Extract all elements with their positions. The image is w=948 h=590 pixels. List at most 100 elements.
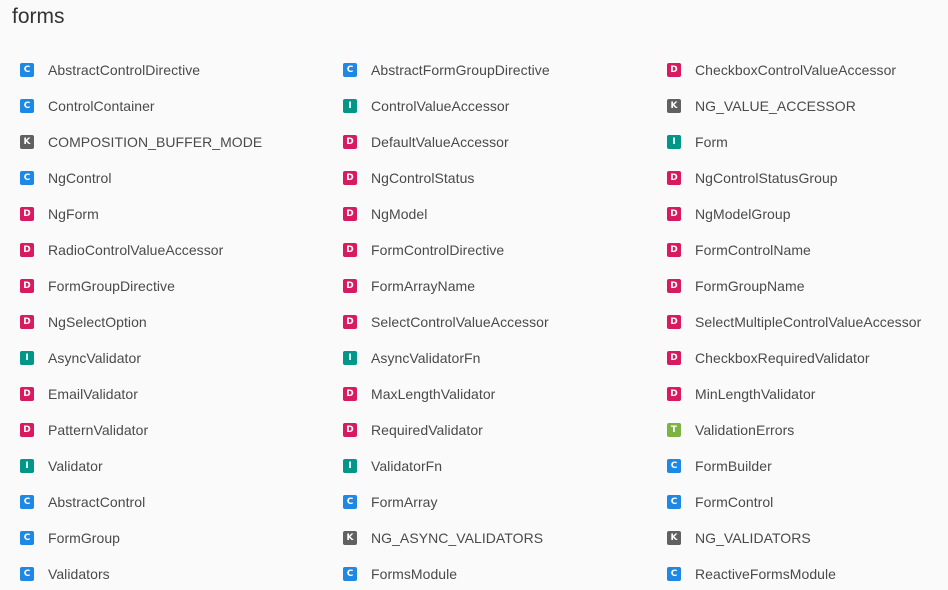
api-item-link[interactable]: AbstractFormGroupDirective xyxy=(371,62,550,78)
api-list-item[interactable]: D NgControlStatus xyxy=(343,160,667,196)
api-item-link[interactable]: CheckboxControlValueAccessor xyxy=(695,62,896,78)
api-item-link[interactable]: NG_VALIDATORS xyxy=(695,530,811,546)
api-item-link[interactable]: NgModelGroup xyxy=(695,206,791,222)
api-item-link[interactable]: RequiredValidator xyxy=(371,422,483,438)
api-item-link[interactable]: Form xyxy=(695,134,728,150)
api-list-item[interactable]: D PatternValidator xyxy=(20,412,343,448)
api-list-item[interactable]: T ValidationErrors xyxy=(667,412,948,448)
api-list-item[interactable]: I Form xyxy=(667,124,948,160)
api-list-item[interactable]: D FormControlDirective xyxy=(343,232,667,268)
api-item-link[interactable]: NG_ASYNC_VALIDATORS xyxy=(371,530,543,546)
api-list-item[interactable]: D RadioControlValueAccessor xyxy=(20,232,343,268)
api-item-link[interactable]: NgModel xyxy=(371,206,427,222)
api-item-link[interactable]: FormControlDirective xyxy=(371,242,504,258)
api-item-link[interactable]: SelectControlValueAccessor xyxy=(371,314,549,330)
api-list-item[interactable]: I AsyncValidatorFn xyxy=(343,340,667,376)
api-item-link[interactable]: AsyncValidatorFn xyxy=(371,350,480,366)
api-item-link[interactable]: SelectMultipleControlValueAccessor xyxy=(695,314,921,330)
page-title: forms xyxy=(12,5,65,28)
symbol-kind-badge-icon: C xyxy=(343,63,357,77)
symbol-kind-badge-icon: D xyxy=(20,279,34,293)
api-list-item[interactable]: D RequiredValidator xyxy=(343,412,667,448)
api-item-link[interactable]: COMPOSITION_BUFFER_MODE xyxy=(48,134,262,150)
api-item-link[interactable]: NgControl xyxy=(48,170,111,186)
api-item-link[interactable]: CheckboxRequiredValidator xyxy=(695,350,870,366)
symbol-kind-badge-icon: D xyxy=(667,207,681,221)
api-item-link[interactable]: Validator xyxy=(48,458,103,474)
symbol-kind-badge-icon: D xyxy=(667,171,681,185)
api-list-item[interactable]: D DefaultValueAccessor xyxy=(343,124,667,160)
api-list-item[interactable]: C FormsModule xyxy=(343,556,667,590)
api-list-item[interactable]: D SelectControlValueAccessor xyxy=(343,304,667,340)
api-item-link[interactable]: NgControlStatusGroup xyxy=(695,170,838,186)
symbol-kind-badge-icon: D xyxy=(667,63,681,77)
api-list-item[interactable]: C AbstractControlDirective xyxy=(20,52,343,88)
api-list-item[interactable]: C AbstractFormGroupDirective xyxy=(343,52,667,88)
api-list-item[interactable]: C ControlContainer xyxy=(20,88,343,124)
api-list-item[interactable]: D FormArrayName xyxy=(343,268,667,304)
api-list-item[interactable]: C AbstractControl xyxy=(20,484,343,520)
api-item-link[interactable]: NG_VALUE_ACCESSOR xyxy=(695,98,856,114)
api-list-item[interactable]: D EmailValidator xyxy=(20,376,343,412)
api-list-item[interactable]: D FormControlName xyxy=(667,232,948,268)
api-list-item[interactable]: D CheckboxControlValueAccessor xyxy=(667,52,948,88)
api-item-link[interactable]: FormGroupDirective xyxy=(48,278,175,294)
api-item-link[interactable]: NgControlStatus xyxy=(371,170,474,186)
api-item-link[interactable]: ValidatorFn xyxy=(371,458,442,474)
api-list-item[interactable]: D NgControlStatusGroup xyxy=(667,160,948,196)
api-item-link[interactable]: AsyncValidator xyxy=(48,350,141,366)
api-list-item[interactable]: C FormGroup xyxy=(20,520,343,556)
api-list-item[interactable]: K COMPOSITION_BUFFER_MODE xyxy=(20,124,343,160)
api-list-item[interactable]: K NG_ASYNC_VALIDATORS xyxy=(343,520,667,556)
api-item-link[interactable]: FormGroupName xyxy=(695,278,805,294)
api-list-item[interactable]: C Validators xyxy=(20,556,343,590)
api-list-item[interactable]: I ControlValueAccessor xyxy=(343,88,667,124)
api-item-link[interactable]: ControlValueAccessor xyxy=(371,98,509,114)
symbol-kind-badge-icon: I xyxy=(667,135,681,149)
api-item-link[interactable]: MaxLengthValidator xyxy=(371,386,495,402)
api-item-link[interactable]: FormBuilder xyxy=(695,458,772,474)
api-list-item[interactable]: I AsyncValidator xyxy=(20,340,343,376)
api-list-item[interactable]: D NgModel xyxy=(343,196,667,232)
api-list-item[interactable]: C ReactiveFormsModule xyxy=(667,556,948,590)
api-list-item[interactable]: D MaxLengthValidator xyxy=(343,376,667,412)
api-list-item[interactable]: D NgModelGroup xyxy=(667,196,948,232)
api-item-link[interactable]: Validators xyxy=(48,566,110,582)
api-item-link[interactable]: FormControlName xyxy=(695,242,811,258)
api-list-item[interactable]: D FormGroupName xyxy=(667,268,948,304)
api-item-link[interactable]: FormControl xyxy=(695,494,773,510)
symbol-kind-badge-icon: C xyxy=(343,495,357,509)
api-list-item[interactable]: D NgSelectOption xyxy=(20,304,343,340)
api-item-link[interactable]: ControlContainer xyxy=(48,98,155,114)
api-item-link[interactable]: EmailValidator xyxy=(48,386,138,402)
api-item-link[interactable]: ValidationErrors xyxy=(695,422,794,438)
api-list-item[interactable]: C FormControl xyxy=(667,484,948,520)
api-list-item[interactable]: K NG_VALIDATORS xyxy=(667,520,948,556)
api-item-link[interactable]: FormArray xyxy=(371,494,438,510)
symbol-kind-badge-icon: T xyxy=(667,423,681,437)
api-list-item[interactable]: D NgForm xyxy=(20,196,343,232)
api-item-link[interactable]: AbstractControl xyxy=(48,494,145,510)
symbol-kind-badge-icon: D xyxy=(343,279,357,293)
api-item-link[interactable]: FormGroup xyxy=(48,530,120,546)
api-item-link[interactable]: ReactiveFormsModule xyxy=(695,566,836,582)
api-list-item[interactable]: D SelectMultipleControlValueAccessor xyxy=(667,304,948,340)
api-item-link[interactable]: FormArrayName xyxy=(371,278,475,294)
api-list-item[interactable]: K NG_VALUE_ACCESSOR xyxy=(667,88,948,124)
api-item-link[interactable]: AbstractControlDirective xyxy=(48,62,200,78)
api-item-link[interactable]: RadioControlValueAccessor xyxy=(48,242,223,258)
api-item-link[interactable]: NgForm xyxy=(48,206,99,222)
api-list-item[interactable]: D MinLengthValidator xyxy=(667,376,948,412)
api-item-link[interactable]: FormsModule xyxy=(371,566,457,582)
api-list-item[interactable]: C NgControl xyxy=(20,160,343,196)
api-item-link[interactable]: PatternValidator xyxy=(48,422,148,438)
api-list-item[interactable]: C FormBuilder xyxy=(667,448,948,484)
api-item-link[interactable]: DefaultValueAccessor xyxy=(371,134,509,150)
api-list-item[interactable]: C FormArray xyxy=(343,484,667,520)
api-list-item[interactable]: I ValidatorFn xyxy=(343,448,667,484)
api-list-item[interactable]: I Validator xyxy=(20,448,343,484)
api-item-link[interactable]: NgSelectOption xyxy=(48,314,147,330)
api-list-item[interactable]: D FormGroupDirective xyxy=(20,268,343,304)
api-item-link[interactable]: MinLengthValidator xyxy=(695,386,816,402)
api-list-item[interactable]: D CheckboxRequiredValidator xyxy=(667,340,948,376)
